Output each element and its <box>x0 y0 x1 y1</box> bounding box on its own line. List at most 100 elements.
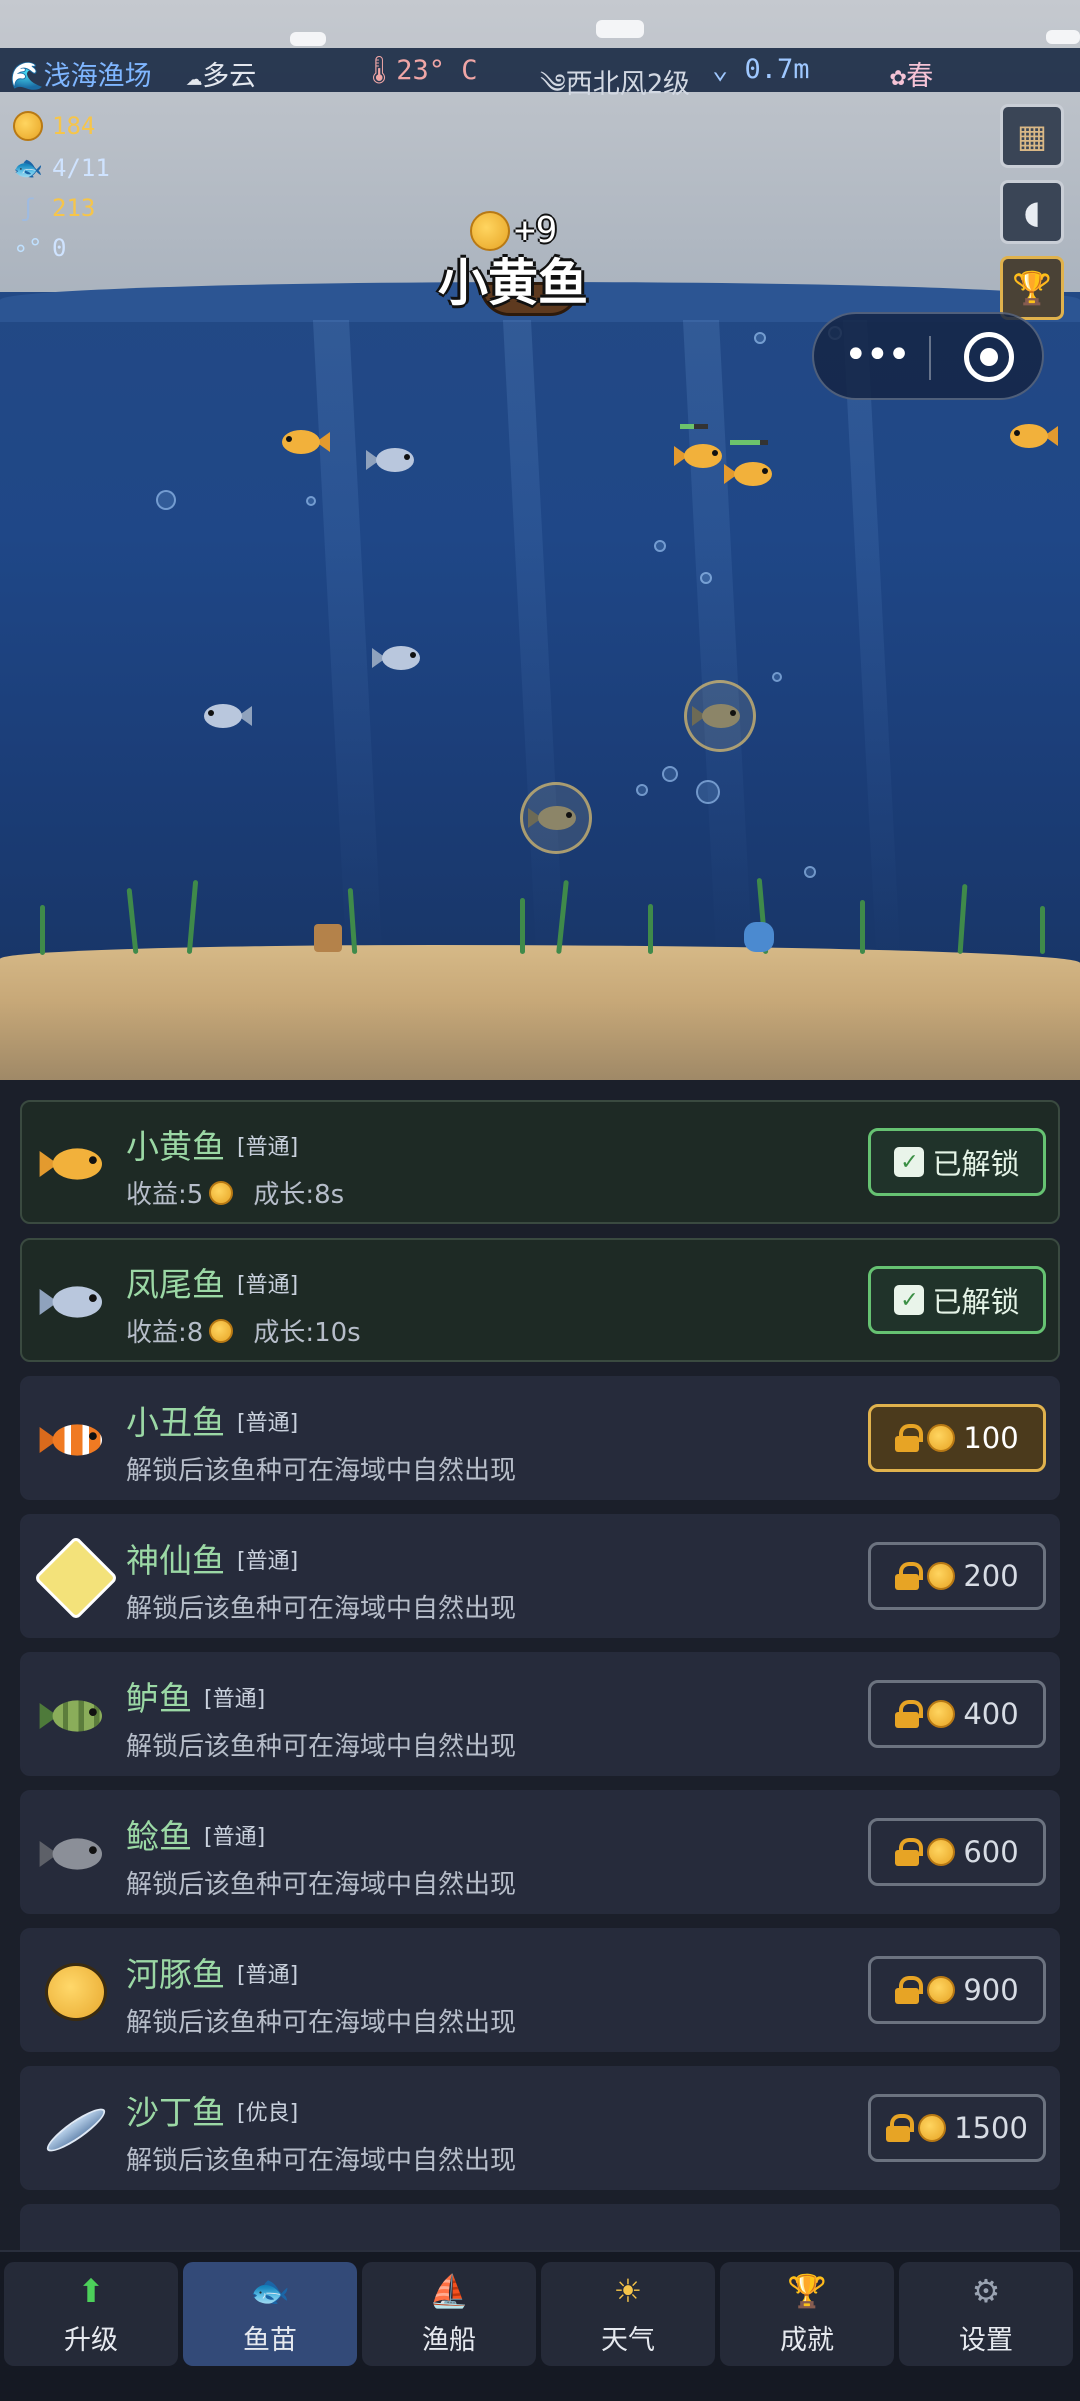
unlocked-button[interactable]: ✓ 已解锁 <box>868 1266 1046 1334</box>
more-button[interactable]: ••• <box>844 332 911 378</box>
coin-icon <box>927 1976 956 2004</box>
cloud <box>596 20 644 38</box>
map-button[interactable]: ▦ <box>1000 104 1064 168</box>
bubble <box>636 784 648 796</box>
bubble <box>696 780 720 804</box>
wind-icon: ༄ <box>540 69 566 100</box>
upgrade-arrow-icon: ⬆ <box>77 2271 105 2310</box>
angelfish-icon <box>33 1535 119 1621</box>
bubble-counter: ∘° 0 <box>13 234 67 262</box>
species-card: 沙丁鱼 [优良] 解锁后该鱼种可在海域中自然出现 1500 <box>20 2066 1060 2190</box>
nav-achievements[interactable]: 🏆 成就 <box>720 2262 894 2366</box>
boat-icon: ⛵ <box>429 2271 469 2310</box>
coin-icon <box>918 2114 947 2142</box>
checkbox-icon: ✓ <box>894 1147 925 1177</box>
lock-icon <box>895 1976 924 2004</box>
species-name: 鲈鱼 [普通] <box>126 1679 266 1718</box>
blossom-icon: ✿ <box>890 61 907 92</box>
coin-icon <box>927 1700 956 1728</box>
species-description: 解锁后该鱼种可在海域中自然出现 <box>126 2008 517 2038</box>
fish-yellow[interactable] <box>724 458 780 490</box>
fish-ready[interactable] <box>692 700 748 732</box>
seaweed <box>40 905 45 955</box>
nav-fish-fry[interactable]: 🐟 鱼苗 <box>183 2262 357 2366</box>
bubble <box>772 672 782 682</box>
species-card: 凤尾鱼 [普通] 收益:8 成长:10s ✓ 已解锁 <box>20 1238 1060 1362</box>
seaweed <box>520 898 525 954</box>
growth-bar <box>680 424 708 429</box>
bubble <box>156 490 176 510</box>
treasure-chest <box>314 924 342 952</box>
nav-weather[interactable]: ☀ 天气 <box>541 2262 715 2366</box>
unlocked-button[interactable]: ✓ 已解锁 <box>868 1128 1046 1196</box>
species-card: 鲶鱼 [普通] 解锁后该鱼种可在海域中自然出现 600 <box>20 1790 1060 1914</box>
fish-yellow[interactable] <box>274 426 330 458</box>
nav-settings[interactable]: ⚙ 设置 <box>899 2262 1073 2366</box>
species-name: 小黄鱼 [普通] <box>126 1127 299 1166</box>
species-description: 解锁后该鱼种可在海域中自然出现 <box>126 1732 517 1762</box>
anchovy-icon <box>36 1262 116 1342</box>
wave-height-label: ⌄ 0.7m <box>712 54 810 85</box>
coin-icon <box>927 1562 956 1590</box>
seaweed <box>860 900 865 954</box>
lock-icon <box>895 1700 924 1728</box>
unlock-button[interactable]: 900 <box>868 1956 1046 2024</box>
seaweed <box>648 904 653 954</box>
pufferfish-icon <box>36 1952 116 2032</box>
species-name: 河豚鱼 [普通] <box>126 1955 299 1994</box>
mini-program-capsule: ••• <box>812 312 1044 400</box>
lock-icon <box>895 1562 924 1590</box>
nav-boat[interactable]: ⛵ 渔船 <box>362 2262 536 2366</box>
gear-icon: ⚙ <box>971 2271 1001 2310</box>
sea-floor <box>0 945 1080 1080</box>
game-scene[interactable]: 🌊浅海渔场 ☁多云 🌡23° C ༄西北风2级 ⌄ 0.7m ✿春 184 🐟 … <box>0 0 1080 1080</box>
close-target-button[interactable] <box>964 332 1014 382</box>
unlock-button[interactable]: 400 <box>868 1680 1046 1748</box>
location-label: 🌊浅海渔场 <box>10 61 152 92</box>
fish-ready[interactable] <box>528 802 584 834</box>
species-name: 神仙鱼 [普通] <box>126 1541 299 1580</box>
fish-count: 🐟 4/11 <box>13 154 110 182</box>
shell-button[interactable]: ◖ <box>1000 180 1064 244</box>
species-card: 河豚鱼 [普通] 解锁后该鱼种可在海域中自然出现 900 <box>20 1928 1060 2052</box>
capsule-divider <box>929 336 931 380</box>
unlock-button[interactable]: 100 <box>868 1404 1046 1472</box>
species-name: 凤尾鱼 [普通] <box>126 1265 299 1304</box>
temperature-label: 🌡23° C <box>362 55 478 86</box>
species-card: 小丑鱼 [普通] 解锁后该鱼种可在海域中自然出现 100 <box>20 1376 1060 1500</box>
fish-yellow[interactable] <box>1002 420 1058 452</box>
species-description: 解锁后该鱼种可在海域中自然出现 <box>126 1870 517 1900</box>
coin-icon <box>209 1318 234 1343</box>
cloud-icon: ☁ <box>186 61 203 92</box>
coin-icon <box>12 110 44 142</box>
bait-counter: ʃ 213 <box>12 192 96 224</box>
trophy-icon: 🏆 <box>1012 269 1052 307</box>
hook-icon: ʃ <box>20 194 36 222</box>
season-label: ✿春 <box>890 61 934 92</box>
wave-icon: 🌊 <box>10 61 44 92</box>
unlock-button[interactable]: 1500 <box>868 2094 1046 2162</box>
fish-yellow[interactable] <box>674 440 730 472</box>
fish-silver[interactable] <box>372 642 428 674</box>
species-description: 解锁后该鱼种可在海域中自然出现 <box>126 1456 517 1486</box>
bubble <box>700 572 712 584</box>
chevron-down-icon: ⌄ <box>712 54 729 85</box>
trophy-button[interactable]: 🏆 <box>1000 256 1064 320</box>
species-list[interactable]: 小黄鱼 [普通] 收益:5 成长:8s ✓ 已解锁 凤尾鱼 [普通] 收益:8 成长:… <box>0 1080 1080 2260</box>
thermometer-icon: 🌡 <box>362 55 397 86</box>
unlock-button[interactable]: 600 <box>868 1818 1046 1886</box>
yellow-croaker-icon <box>36 1124 116 1204</box>
fish-silver[interactable] <box>196 700 252 732</box>
species-card: 鲈鱼 [普通] 解锁后该鱼种可在海域中自然出现 400 <box>20 1652 1060 1776</box>
coin-icon <box>927 1838 956 1866</box>
fish-silver[interactable] <box>366 444 422 476</box>
weather-status-bar: 🌊浅海渔场 ☁多云 🌡23° C ༄西北风2级 ⌄ 0.7m ✿春 <box>0 48 1080 100</box>
bubble <box>654 540 666 552</box>
weather-label: ☁多云 <box>186 61 257 92</box>
nav-upgrade[interactable]: ⬆ 升级 <box>4 2262 178 2366</box>
coral <box>744 922 774 952</box>
cloud <box>1046 30 1080 44</box>
unlock-button[interactable]: 200 <box>868 1542 1046 1610</box>
bottom-navigation: ⬆ 升级 🐟 鱼苗 ⛵ 渔船 ☀ 天气 🏆 成就 ⚙ 设置 <box>0 2250 1080 2401</box>
bubble <box>754 332 766 344</box>
